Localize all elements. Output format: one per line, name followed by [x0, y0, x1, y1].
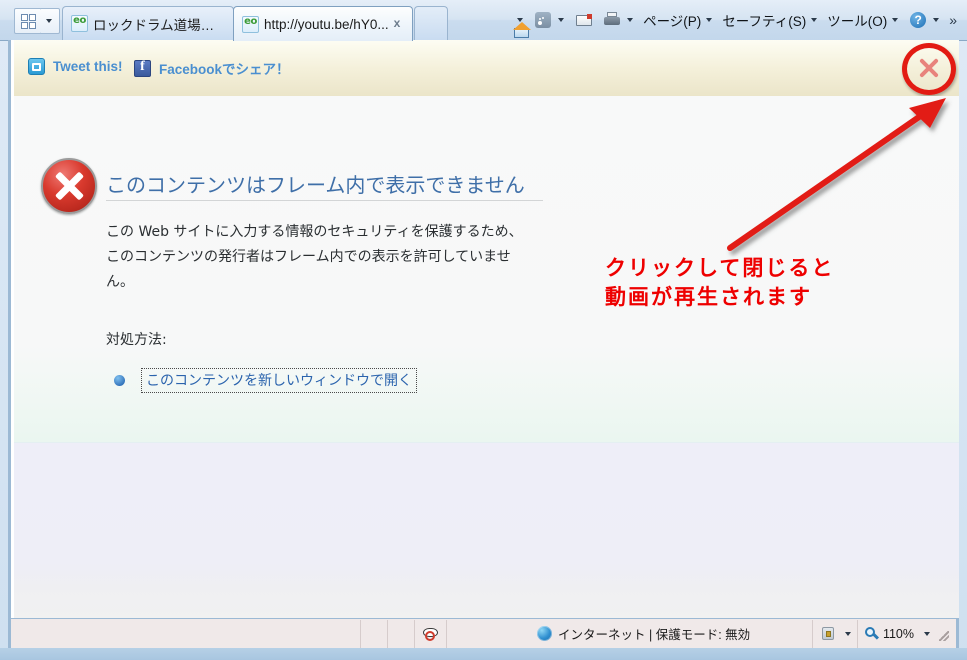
privacy-lock-icon — [819, 625, 837, 642]
tweet-this-button[interactable]: Tweet this! — [28, 58, 123, 75]
error-title: このコンテンツはフレーム内で表示できません — [106, 173, 525, 197]
chevron-down-icon — [924, 631, 930, 636]
tools-menu-label: ツール(O) — [827, 14, 888, 29]
annotation-line-2: 動画が再生されます — [605, 285, 812, 309]
chevron-down-icon — [933, 18, 940, 22]
facebook-share-button[interactable]: Facebookでシェア！ — [134, 58, 290, 78]
status-text-area — [11, 619, 361, 648]
eo-favicon — [71, 15, 88, 32]
tab-title: ロックドラム道場 第1回 — [93, 17, 225, 33]
facebook-icon — [134, 59, 151, 77]
bullet-icon — [114, 375, 125, 386]
print-icon — [602, 10, 622, 30]
page-content: Tweet this! Facebookでシェア！ このコンテン — [14, 40, 959, 618]
lower-blank-pane — [14, 442, 959, 618]
help-button[interactable] — [904, 7, 945, 33]
feed-button[interactable] — [529, 7, 570, 33]
security-zone-item[interactable]: インターネット | 保護モード: 無効 — [447, 624, 812, 643]
help-icon — [908, 10, 928, 30]
chevron-down-icon — [706, 18, 713, 22]
chevron-down-icon — [46, 19, 52, 23]
resize-grip-icon[interactable] — [934, 626, 950, 642]
error-x-icon — [41, 158, 97, 214]
popup-blocked-button[interactable] — [415, 619, 447, 648]
tools-menu-button[interactable]: ツール(O) — [823, 7, 904, 33]
eo-favicon — [242, 15, 259, 33]
status-bar: インターネット | 保護モード: 無効 110% — [8, 618, 959, 648]
status-cell-a — [361, 619, 388, 648]
error-action-row: このコンテンツを新しいウィンドウで開く — [114, 368, 417, 393]
twitter-icon — [28, 58, 45, 75]
security-zone-label: インターネット | 保護モード: 無効 — [558, 628, 751, 642]
zoom-level-label: 110% — [882, 626, 914, 641]
mail-icon — [574, 10, 594, 30]
command-bar: ページ(P) セーフティ(S) ツール(O) » — [508, 5, 961, 38]
home-button[interactable] — [508, 7, 532, 38]
tab-list-button[interactable] — [41, 8, 60, 34]
grid-icon — [21, 14, 36, 29]
chevron-down-icon — [627, 18, 634, 22]
tweet-this-label: Tweet this! — [53, 59, 123, 74]
error-body-text: この Web サイトに入力する情報のセキュリティを保護するため、このコンテンツの… — [106, 224, 523, 290]
popup-blocked-icon — [422, 626, 440, 642]
status-cell-b — [388, 619, 415, 648]
browser-tab-1[interactable]: ロックドラム道場 第1回 — [62, 6, 234, 40]
annotation-line-1: クリックして閉じると — [605, 256, 835, 280]
page-menu-label: ページ(P) — [643, 14, 702, 29]
chevron-down-icon — [558, 18, 565, 22]
command-bar-overflow[interactable]: » — [945, 7, 961, 33]
internet-zone-icon — [537, 626, 552, 641]
page-viewport: Tweet this! Facebookでシェア！ このコンテン — [8, 40, 959, 618]
annotation-text: クリックして閉じると 動画が再生されます — [605, 254, 834, 312]
open-in-new-window-link[interactable]: このコンテンツを新しいウィンドウで開く — [141, 368, 417, 393]
tab-close-button[interactable]: x — [390, 17, 404, 31]
new-tab-button[interactable] — [414, 6, 448, 40]
facebook-share-label: Facebookでシェア！ — [159, 62, 290, 77]
browser-tab-2[interactable]: http://youtu.be/hY0... x — [233, 6, 413, 41]
zoom-control[interactable]: 110% — [858, 620, 956, 648]
quick-tabs-button[interactable] — [14, 8, 42, 34]
browser-window: ロックドラム道場 第1回 http://youtu.be/hY0... x — [0, 0, 967, 660]
status-bar-right: 110% — [811, 619, 956, 648]
feed-icon — [533, 10, 553, 30]
chevron-down-icon — [844, 631, 851, 636]
error-howto-label: 対処方法: — [106, 332, 167, 348]
error-title-divider — [106, 200, 543, 201]
chevron-down-icon — [892, 18, 899, 22]
overflow-label: » — [949, 12, 957, 28]
mail-button[interactable] — [570, 7, 598, 33]
chevron-down-icon — [811, 18, 818, 22]
tab-bar: ロックドラム道場 第1回 http://youtu.be/hY0... x — [0, 0, 967, 41]
zoom-magnifier-icon — [864, 626, 881, 642]
tab-title: http://youtu.be/hY0... — [264, 16, 389, 32]
print-button[interactable] — [598, 7, 639, 33]
privacy-report-button[interactable] — [811, 619, 858, 648]
safety-menu-label: セーフティ(S) — [722, 14, 807, 29]
red-arrow — [727, 98, 946, 251]
safety-menu-button[interactable]: セーフティ(S) — [718, 7, 823, 33]
page-menu-button[interactable]: ページ(P) — [639, 7, 718, 33]
window-bottom-edge — [0, 648, 967, 660]
